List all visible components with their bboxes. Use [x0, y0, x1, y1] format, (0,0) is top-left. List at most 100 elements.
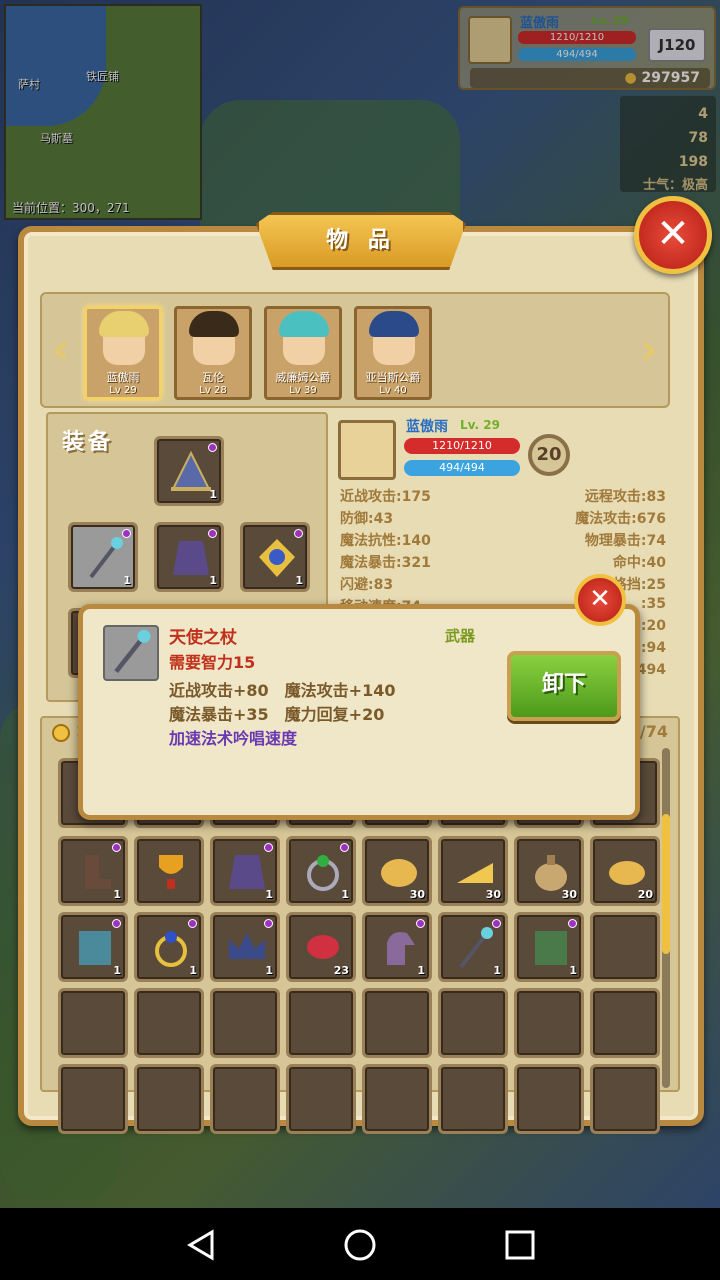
- slot-count: 1: [189, 964, 197, 977]
- stat-value: :20: [640, 618, 666, 634]
- stat-magic-crit: 魔法暴击:321: [340, 555, 431, 571]
- hero-card[interactable]: 威廉姆公爵 Lv 39: [264, 306, 342, 400]
- amulet-icon: [259, 539, 295, 577]
- inventory-slot[interactable]: [286, 1064, 356, 1134]
- hero-hair: [369, 311, 419, 337]
- stat-dodge: 闪避:83: [340, 577, 394, 593]
- close-button[interactable]: ✕: [634, 196, 712, 274]
- character-mp-bar: 494/494: [404, 460, 520, 476]
- slot-count: 1: [417, 964, 425, 977]
- inventory-slot[interactable]: [514, 988, 584, 1058]
- character-avatar: [338, 420, 396, 480]
- boots-icon: [85, 855, 111, 889]
- inventory-slot[interactable]: [514, 1064, 584, 1134]
- inventory-slot[interactable]: 1: [210, 836, 280, 906]
- inventory-capacity: /74: [639, 722, 668, 741]
- inventory-slot[interactable]: [134, 988, 204, 1058]
- hat-icon: [171, 450, 211, 491]
- slot-count: 1: [493, 964, 501, 977]
- inventory-slot[interactable]: 1: [134, 912, 204, 982]
- hero-level: Lv 29: [109, 385, 137, 396]
- chevron-left-icon[interactable]: ‹: [52, 324, 70, 375]
- inventory-slot[interactable]: 1: [58, 836, 128, 906]
- equip-slot-weapon[interactable]: 1: [68, 522, 138, 592]
- inventory-slot[interactable]: [210, 1064, 280, 1134]
- coin-icon: [52, 724, 70, 742]
- hero-card[interactable]: 亚当斯公爵 Lv 40: [354, 306, 432, 400]
- inventory-slot[interactable]: [210, 988, 280, 1058]
- inventory-slot[interactable]: [58, 988, 128, 1058]
- hero-hair: [189, 311, 239, 337]
- equip-slot-armor[interactable]: 1: [154, 522, 224, 592]
- inventory-slot[interactable]: 23: [286, 912, 356, 982]
- robe-icon: [229, 855, 265, 889]
- item-type: 武器: [445, 627, 476, 645]
- hero-card[interactable]: 瓦伦 Lv 28: [174, 306, 252, 400]
- slot-count: 1: [209, 488, 217, 501]
- staff-icon: [459, 927, 493, 969]
- recents-icon[interactable]: [503, 1228, 537, 1262]
- slot-count: 23: [333, 964, 349, 977]
- slot-count: 20: [637, 888, 653, 901]
- inventory-slot[interactable]: [438, 1064, 508, 1134]
- inventory-slot[interactable]: [134, 836, 204, 906]
- hero-level: Lv 28: [199, 385, 227, 396]
- inventory-slot[interactable]: 30: [438, 836, 508, 906]
- slot-count: 1: [341, 888, 349, 901]
- inventory-slot[interactable]: 1: [438, 912, 508, 982]
- stat-points-badge: 20: [528, 434, 570, 476]
- inventory-slot[interactable]: 30: [362, 836, 432, 906]
- hero-name: 威廉姆公爵: [275, 371, 331, 384]
- hero-selector: ‹ › 蓝傲雨 Lv 29 瓦伦 Lv 28 威廉姆公爵 Lv 39 亚当斯公爵…: [40, 292, 670, 408]
- hero-card[interactable]: 蓝傲雨 Lv 29: [84, 306, 162, 400]
- slot-count: 1: [569, 964, 577, 977]
- inventory-slot[interactable]: [590, 912, 660, 982]
- stat-accuracy: 命中:40: [612, 555, 666, 571]
- slot-count: 30: [561, 888, 577, 901]
- inventory-slot[interactable]: [286, 988, 356, 1058]
- ring-blue-icon: [155, 931, 187, 967]
- equip-slot-head[interactable]: 1: [154, 436, 224, 506]
- spellbook-green-icon: [535, 931, 567, 965]
- tooltip-close-button[interactable]: ✕: [574, 574, 626, 626]
- trophy-icon: [159, 855, 183, 889]
- inventory-slot[interactable]: [362, 988, 432, 1058]
- slot-count: 1: [295, 574, 303, 587]
- staff-icon: [114, 629, 151, 674]
- back-icon[interactable]: [184, 1228, 218, 1262]
- chevron-right-icon[interactable]: ›: [640, 324, 658, 375]
- slot-count: 1: [113, 964, 121, 977]
- scrollbar-thumb[interactable]: [662, 814, 670, 954]
- staff-icon: [89, 537, 123, 579]
- equip-slot-accessory[interactable]: 1: [240, 522, 310, 592]
- crown-icon: [229, 933, 265, 959]
- home-icon[interactable]: [343, 1228, 377, 1262]
- inventory-slot[interactable]: [134, 1064, 204, 1134]
- horse-icon: [387, 932, 415, 965]
- hero-level: Lv 39: [289, 385, 317, 396]
- slot-count: 1: [123, 574, 131, 587]
- inventory-slot[interactable]: [362, 1064, 432, 1134]
- slot-count: 1: [113, 888, 121, 901]
- item-name: 天使之杖: [169, 628, 237, 648]
- hero-name: 瓦伦: [202, 371, 224, 384]
- inventory-slot[interactable]: [438, 988, 508, 1058]
- hero-hair: [99, 311, 149, 337]
- inventory-slot[interactable]: 1: [58, 912, 128, 982]
- inventory-slot[interactable]: [590, 1064, 660, 1134]
- inventory-slot[interactable]: 1: [362, 912, 432, 982]
- slot-count: 30: [409, 888, 425, 901]
- inventory-slot[interactable]: 1: [210, 912, 280, 982]
- inventory-slot[interactable]: 30: [514, 836, 584, 906]
- item-skill: 加速法术吟唱速度: [169, 729, 298, 748]
- inventory-slot[interactable]: 20: [590, 836, 660, 906]
- inventory-slot[interactable]: 1: [286, 836, 356, 906]
- inventory-slot[interactable]: [58, 1064, 128, 1134]
- character-level: Lv. 29: [460, 418, 500, 432]
- slot-count: 1: [265, 964, 273, 977]
- inventory-slot[interactable]: 1: [514, 912, 584, 982]
- stat-ranged-attack: 远程攻击:83: [584, 489, 666, 505]
- item-stat-line: 魔法暴击+35 魔力回复+20: [169, 705, 385, 724]
- inventory-slot[interactable]: [590, 988, 660, 1058]
- unequip-button[interactable]: 卸下: [507, 651, 621, 721]
